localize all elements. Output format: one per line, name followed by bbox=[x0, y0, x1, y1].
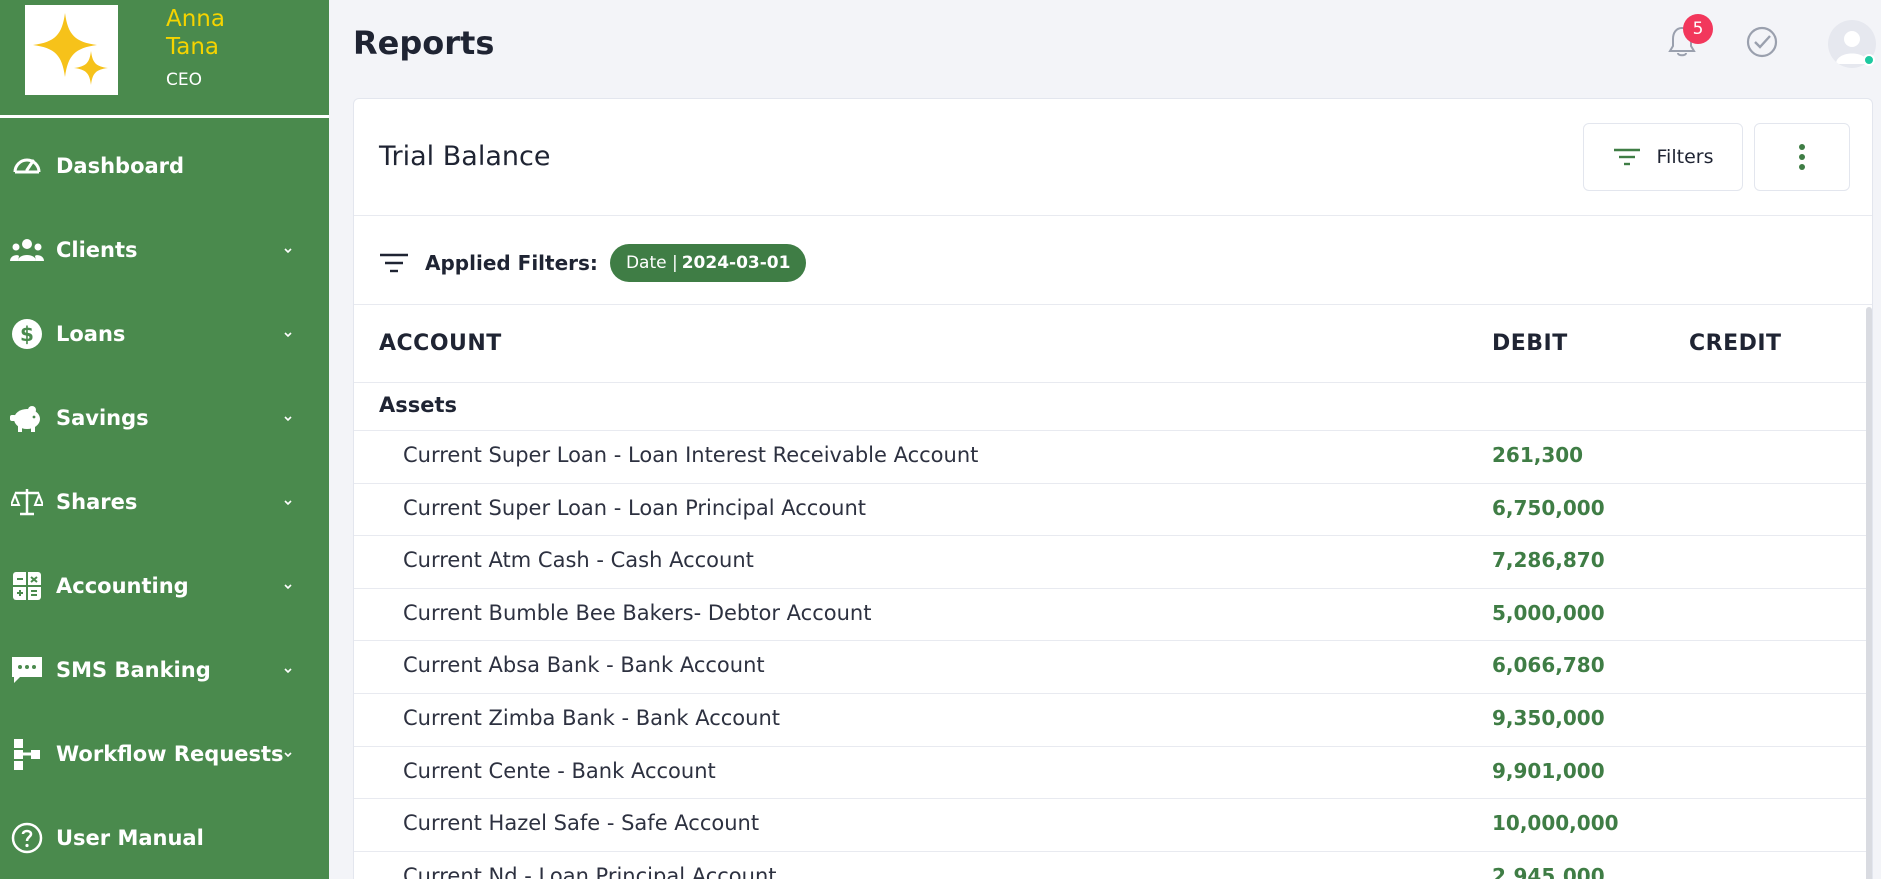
chevron-down-icon bbox=[284, 500, 292, 506]
sparkle-logo-icon bbox=[33, 13, 108, 85]
debit-value: 7,286,870 bbox=[1492, 548, 1605, 573]
applied-filters-label: Applied Filters: bbox=[425, 251, 598, 275]
debit-value: 9,901,000 bbox=[1492, 758, 1605, 783]
sidebar-item-shares[interactable]: Shares bbox=[0, 460, 329, 544]
message-icon bbox=[10, 653, 44, 687]
table-body: Current Super Loan - Loan Interest Recei… bbox=[354, 430, 1872, 879]
debit-value: 10,000,000 bbox=[1492, 811, 1619, 836]
table-row: Current Atm Cash - Cash Account 7,286,87… bbox=[354, 535, 1872, 588]
divider bbox=[354, 215, 1872, 216]
chip-key: Date | bbox=[625, 253, 678, 273]
sidebar-item-label: User Manual bbox=[56, 826, 204, 850]
table-row: Current Nd - Loan Principal Account 2,94… bbox=[354, 850, 1872, 879]
table-row: Current Super Loan - Loan Principal Acco… bbox=[354, 482, 1872, 536]
filter-icon bbox=[380, 253, 408, 273]
sidebar-nav: Dashboard Clients $ Loans Savings Shares… bbox=[0, 124, 329, 879]
sidebar-item-accounting[interactable]: Accounting bbox=[0, 544, 329, 628]
debit-value: 5,000,000 bbox=[1492, 600, 1605, 625]
sidebar-item-label: SMS Banking bbox=[56, 658, 211, 682]
debit-value: 2,945,000 bbox=[1492, 863, 1605, 879]
sidebar-item-savings[interactable]: Savings bbox=[0, 376, 329, 460]
sidebar-item-user-manual[interactable]: User Manual bbox=[0, 796, 329, 879]
dollar-icon: $ bbox=[10, 317, 44, 351]
users-icon bbox=[10, 233, 44, 267]
user-role: CEO bbox=[166, 70, 202, 90]
table-row: Current Absa Bank - Bank Account 6,066,7… bbox=[354, 640, 1872, 693]
debit-value: 261,300 bbox=[1492, 443, 1584, 467]
workflow-icon bbox=[10, 737, 44, 771]
account-name: Current Nd - Loan Principal Account bbox=[403, 863, 777, 879]
sidebar-item-clients[interactable]: Clients bbox=[0, 208, 329, 292]
chevron-down-icon bbox=[284, 668, 292, 674]
chevron-down-icon bbox=[284, 752, 292, 758]
chevron-down-icon bbox=[284, 332, 292, 338]
page-title: Reports bbox=[353, 24, 495, 62]
card-title: Trial Balance bbox=[379, 141, 551, 172]
table-header: ACCOUNT DEBIT CREDIT bbox=[354, 305, 1872, 383]
account-name: Current Super Loan - Loan Principal Acco… bbox=[403, 495, 867, 520]
profile-section: Anna Tana CEO bbox=[0, 0, 329, 118]
account-name: Current Absa Bank - Bank Account bbox=[403, 653, 765, 678]
account-name: Current Hazel Safe - Safe Account bbox=[403, 811, 760, 836]
check-circle-icon bbox=[1746, 26, 1778, 58]
column-credit: CREDIT bbox=[1689, 331, 1782, 356]
table-row: Current Hazel Safe - Safe Account 10,000… bbox=[354, 798, 1872, 851]
column-debit: DEBIT bbox=[1492, 331, 1568, 356]
svg-text:$: $ bbox=[20, 322, 34, 346]
group-heading: Assets bbox=[379, 393, 458, 417]
sidebar-item-label: Clients bbox=[56, 238, 138, 262]
account-name: Current Atm Cash - Cash Account bbox=[403, 548, 754, 573]
trial-balance-card: Trial Balance Filters Applied Filters: D… bbox=[353, 98, 1873, 879]
user-last-name: Tana bbox=[166, 34, 220, 60]
account-name: Current Bumble Bee Bakers- Debtor Accoun… bbox=[403, 600, 872, 625]
sidebar-item-sms-banking[interactable]: SMS Banking bbox=[0, 628, 329, 712]
scale-icon bbox=[10, 485, 44, 519]
filter-icon bbox=[1613, 148, 1640, 166]
table-row: Current Zimba Bank - Bank Account 9,350,… bbox=[354, 692, 1872, 746]
sidebar-item-dashboard[interactable]: Dashboard bbox=[0, 124, 329, 208]
tasks-button[interactable] bbox=[1742, 22, 1782, 62]
sidebar-item-label: Shares bbox=[56, 490, 138, 514]
sidebar-item-label: Workflow Requests bbox=[56, 742, 284, 766]
account-name: Current Zimba Bank - Bank Account bbox=[403, 705, 780, 730]
table-row: Current Bumble Bee Bakers- Debtor Accoun… bbox=[354, 587, 1872, 641]
date-filter-chip[interactable]: Date | 2024-03-01 bbox=[609, 244, 807, 282]
chevron-down-icon bbox=[284, 248, 292, 254]
piggy-bank-icon bbox=[10, 401, 44, 435]
gauge-icon bbox=[10, 149, 44, 183]
kebab-menu-icon bbox=[1799, 144, 1805, 170]
table-row: Current Cente - Bank Account 9,901,000 bbox=[354, 745, 1872, 799]
sidebar-item-loans[interactable]: $ Loans bbox=[0, 292, 329, 376]
filters-button[interactable]: Filters bbox=[1583, 123, 1743, 191]
chip-value: 2024-03-01 bbox=[681, 253, 791, 273]
user-first-name: Anna bbox=[166, 6, 225, 32]
calculator-icon bbox=[10, 569, 44, 603]
sidebar-item-label: Accounting bbox=[56, 574, 189, 598]
chevron-down-icon bbox=[284, 416, 292, 422]
debit-value: 6,066,780 bbox=[1492, 653, 1605, 678]
debit-value: 9,350,000 bbox=[1492, 705, 1605, 730]
debit-value: 6,750,000 bbox=[1492, 495, 1605, 520]
table-row: Current Super Loan - Loan Interest Recei… bbox=[354, 430, 1872, 483]
account-name: Current Cente - Bank Account bbox=[403, 758, 716, 783]
notification-badge: 5 bbox=[1683, 14, 1713, 44]
filters-button-label: Filters bbox=[1656, 146, 1714, 168]
sidebar-item-label: Loans bbox=[56, 322, 126, 346]
chevron-down-icon bbox=[284, 584, 292, 590]
applied-filters: Applied Filters: Date | 2024-03-01 bbox=[379, 244, 807, 282]
online-status-dot bbox=[1863, 54, 1875, 66]
column-account: ACCOUNT bbox=[379, 331, 502, 356]
logo bbox=[25, 5, 118, 95]
sidebar-item-label: Savings bbox=[56, 406, 149, 430]
more-options-button[interactable] bbox=[1754, 123, 1850, 191]
account-name: Current Super Loan - Loan Interest Recei… bbox=[403, 443, 979, 467]
sidebar-item-workflow-requests[interactable]: Workflow Requests bbox=[0, 712, 329, 796]
table-scrollbar[interactable] bbox=[1866, 307, 1872, 879]
help-circle-icon bbox=[10, 821, 44, 855]
sidebar: Anna Tana CEO Dashboard Clients $ Loans bbox=[0, 0, 329, 879]
sidebar-item-label: Dashboard bbox=[56, 154, 185, 178]
